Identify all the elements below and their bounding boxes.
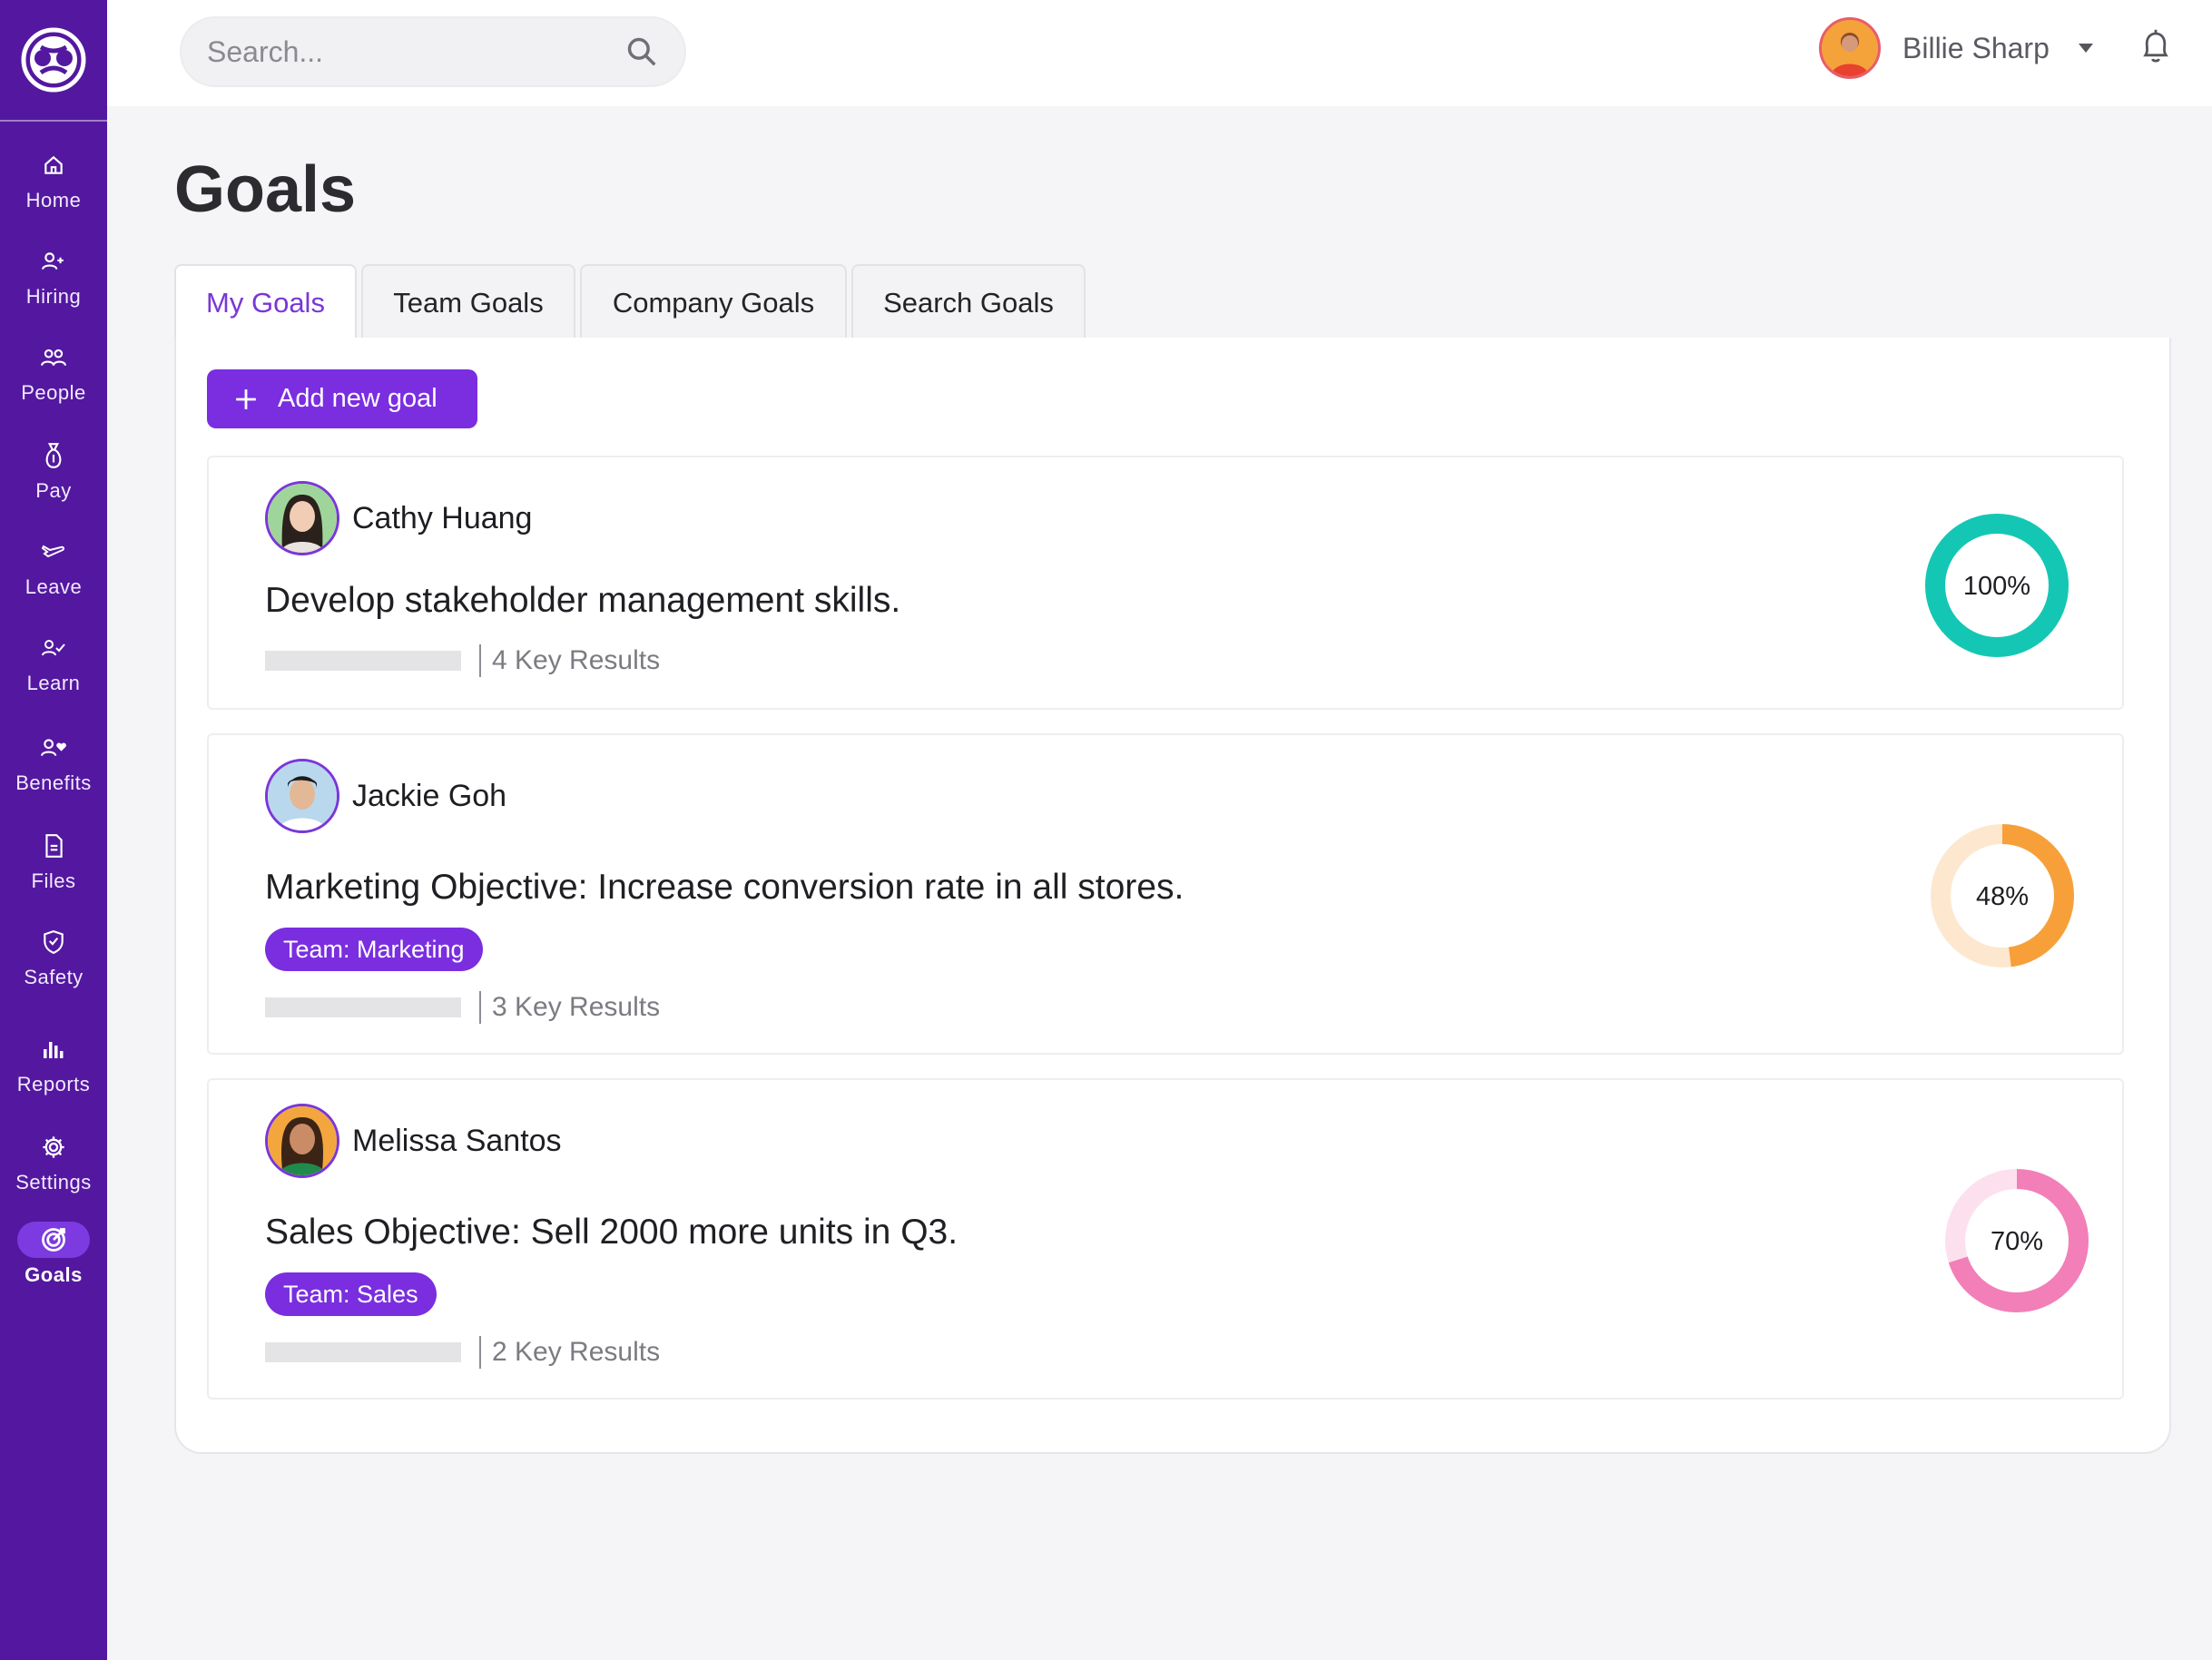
target-icon xyxy=(42,1228,65,1252)
sidebar-item-hiring[interactable]: Hiring xyxy=(0,243,107,309)
owner-name: Cathy Huang xyxy=(352,500,533,535)
bell-icon[interactable] xyxy=(2140,27,2171,65)
file-icon xyxy=(45,834,63,858)
search-input[interactable] xyxy=(207,34,624,69)
gear-icon xyxy=(43,1136,64,1158)
progress-ring: 70% xyxy=(1945,1169,2089,1312)
sidebar-item-goals[interactable]: Goals xyxy=(0,1222,107,1287)
learn-icon xyxy=(42,640,65,656)
owner-name: Jackie Goh xyxy=(352,778,507,813)
goal-owner: Cathy Huang xyxy=(265,481,532,555)
goal-title[interactable]: Marketing Objective: Increase conversion… xyxy=(265,868,1184,908)
sidebar-item-home[interactable]: Home xyxy=(0,147,107,212)
logo[interactable] xyxy=(0,0,107,122)
sidebar-item-label: Home xyxy=(25,189,82,211)
progress-label: 100% xyxy=(1963,572,2030,601)
sidebar-item-people[interactable]: People xyxy=(0,339,107,405)
add-goal-label: Add new goal xyxy=(278,384,437,413)
sidebar-item-label: Settings xyxy=(15,1171,92,1193)
user-plus-icon xyxy=(42,252,64,270)
key-results[interactable]: 2 Key Results xyxy=(265,1336,660,1369)
goal-card[interactable]: Jackie Goh Marketing Objective: Increase… xyxy=(207,733,2124,1055)
key-results[interactable]: 4 Key Results xyxy=(265,644,660,677)
home-icon xyxy=(44,155,63,174)
goal-owner: Jackie Goh xyxy=(265,759,506,833)
top-bar: Billie Sharp xyxy=(107,0,2212,106)
tab-team-goals[interactable]: Team Goals xyxy=(361,264,575,339)
user-heart-icon xyxy=(41,739,66,756)
sidebar-item-learn[interactable]: Learn xyxy=(0,630,107,695)
goal-owner: Melissa Santos xyxy=(265,1104,562,1178)
sidebar-item-label: Hiring xyxy=(25,285,82,308)
tab-search-goals[interactable]: Search Goals xyxy=(851,264,1086,339)
sidebar-item-settings[interactable]: Settings xyxy=(0,1129,107,1194)
avatar xyxy=(265,481,339,555)
sidebar-item-benefits[interactable]: Benefits xyxy=(0,730,107,795)
key-results-bar xyxy=(265,651,461,671)
team-badge: Team: Sales xyxy=(265,1272,437,1316)
sidebar-item-label: Reports xyxy=(16,1073,91,1095)
sidebar-item-label: Benefits xyxy=(15,771,92,794)
user-menu[interactable]: Billie Sharp xyxy=(1819,16,2095,80)
goal-title[interactable]: Sales Objective: Sell 2000 more units in… xyxy=(265,1213,958,1252)
goals-panel: Add new goal Cathy Huang Develop stakeho… xyxy=(174,338,2171,1454)
tab-company-goals[interactable]: Company Goals xyxy=(580,264,847,339)
app-logo-icon xyxy=(21,27,86,93)
plane-icon xyxy=(41,545,65,558)
avatar xyxy=(265,1104,339,1178)
search-box[interactable] xyxy=(180,16,686,87)
plus-icon xyxy=(236,388,256,409)
add-goal-button[interactable]: Add new goal xyxy=(207,369,477,428)
key-results-count: 2 Key Results xyxy=(492,1337,661,1367)
key-results-count: 3 Key Results xyxy=(492,992,661,1022)
search-icon[interactable] xyxy=(624,34,659,69)
avatar xyxy=(1819,17,1881,79)
bar-chart-icon xyxy=(44,1042,64,1058)
sidebar-item-leave[interactable]: Leave xyxy=(0,534,107,599)
avatar xyxy=(265,759,339,833)
sidebar-item-label: Goals xyxy=(25,1263,83,1286)
shield-icon xyxy=(44,930,64,955)
key-results-bar xyxy=(265,1342,461,1362)
sidebar-item-label: Safety xyxy=(24,966,84,988)
sidebar-item-label: Learn xyxy=(26,672,81,694)
goal-tabs: My Goals Team Goals Company Goals Search… xyxy=(174,264,1090,339)
progress-ring: 100% xyxy=(1925,514,2069,657)
page-title: Goals xyxy=(174,153,357,226)
key-results-bar xyxy=(265,997,461,1017)
sidebar-item-safety[interactable]: Safety xyxy=(0,924,107,989)
sidebar-item-files[interactable]: Files xyxy=(0,828,107,893)
sidebar-item-label: People xyxy=(21,381,86,404)
progress-label: 48% xyxy=(1976,882,2029,911)
sidebar-item-pay[interactable]: Pay xyxy=(0,437,107,503)
key-results[interactable]: 3 Key Results xyxy=(265,991,660,1024)
chevron-down-icon[interactable] xyxy=(2077,42,2095,54)
sidebar-item-label: Files xyxy=(31,869,76,892)
goal-card[interactable]: Melissa Santos Sales Objective: Sell 200… xyxy=(207,1078,2124,1400)
sidebar-item-reports[interactable]: Reports xyxy=(0,1031,107,1096)
owner-name: Melissa Santos xyxy=(352,1123,562,1158)
goal-card[interactable]: Cathy Huang Develop stakeholder manageme… xyxy=(207,456,2124,710)
team-badge: Team: Marketing xyxy=(265,928,483,971)
goal-title[interactable]: Develop stakeholder management skills. xyxy=(265,581,900,621)
sidebar-item-label: Pay xyxy=(35,479,72,502)
tab-my-goals[interactable]: My Goals xyxy=(174,264,357,339)
money-bag-icon xyxy=(45,443,62,468)
key-results-count: 4 Key Results xyxy=(492,645,661,675)
progress-ring: 48% xyxy=(1931,824,2074,968)
sidebar: Home Hiring People Pay Leave Learn Benef… xyxy=(0,0,107,1660)
user-name: Billie Sharp xyxy=(1902,31,2050,64)
sidebar-item-label: Leave xyxy=(25,575,83,598)
progress-label: 70% xyxy=(1991,1227,2043,1256)
people-icon xyxy=(41,349,66,366)
